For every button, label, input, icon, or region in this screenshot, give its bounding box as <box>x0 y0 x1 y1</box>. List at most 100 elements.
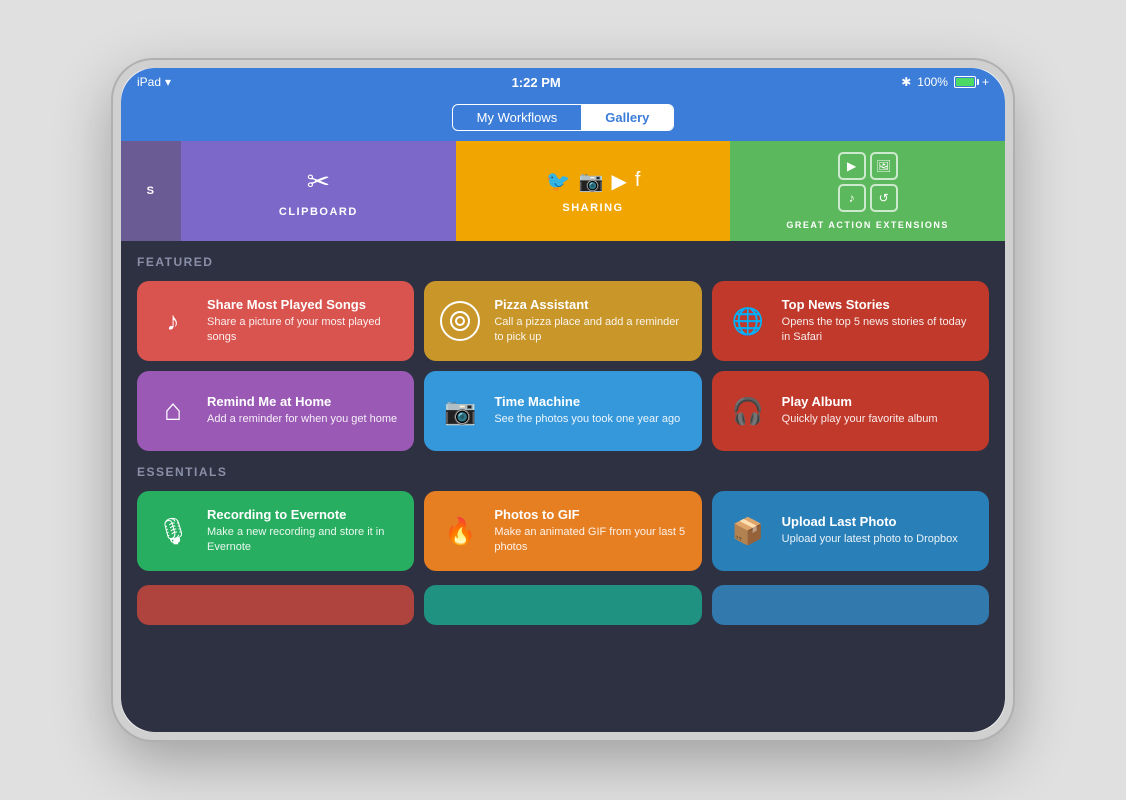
card-title-share-songs: Share Most Played Songs <box>207 297 400 312</box>
banner-shortcuts[interactable]: S <box>121 141 181 241</box>
music-icon: ♪ <box>167 306 180 337</box>
microphone-icon: 🎙 <box>156 516 189 547</box>
card-text-recording: Recording to Evernote Make a new recordi… <box>207 507 400 556</box>
card-desc-recording: Make a new recording and store it in Eve… <box>207 525 400 556</box>
ipad-frame: iPad ▾ 1:22 PM ✱ 100% + My Workflows Gal… <box>113 60 1013 740</box>
card-partial-3[interactable] <box>712 585 989 625</box>
card-title-news: Top News Stories <box>782 297 975 312</box>
banner-clipboard-label: CLIPBOARD <box>279 206 358 218</box>
battery-fill <box>956 78 974 86</box>
card-icon-wrap-remind: ⌂ <box>151 389 195 433</box>
card-title-pizza: Pizza Assistant <box>494 297 687 312</box>
battery-percent: 100% <box>917 75 948 89</box>
bluetooth-icon: ✱ <box>901 75 911 89</box>
card-desc-gif: Make an animated GIF from your last 5 ph… <box>494 525 687 556</box>
card-text-album: Play Album Quickly play your favorite al… <box>782 394 938 427</box>
essentials-cards-grid: 🎙 Recording to Evernote Make a new recor… <box>137 491 989 571</box>
charge-icon: + <box>982 75 989 89</box>
card-text-time: Time Machine See the photos you took one… <box>494 394 680 427</box>
headphones-icon: 🎧 <box>731 396 763 427</box>
card-remind-home[interactable]: ⌂ Remind Me at Home Add a reminder for w… <box>137 371 414 451</box>
ext-icon-2: 🖼 <box>870 152 898 180</box>
card-icon-wrap-pizza <box>438 299 482 343</box>
banner-extensions[interactable]: ▶ 🖼 ♪ ↺ GREAT ACTION EXTENSIONS <box>730 141 1005 241</box>
ext-icon-3: ♪ <box>838 184 866 212</box>
card-photos-gif[interactable]: 🔥 Photos to GIF Make an animated GIF fro… <box>424 491 701 571</box>
banner-sharing-label: SHARING <box>562 202 623 214</box>
dropbox-icon: 📦 <box>731 516 763 547</box>
banner-clipboard[interactable]: ✂ CLIPBOARD <box>181 141 456 241</box>
pizza-circle-icon <box>440 301 480 341</box>
tab-gallery[interactable]: Gallery <box>581 105 673 130</box>
globe-icon: 🌐 <box>731 306 763 337</box>
card-desc-time: See the photos you took one year ago <box>494 412 680 427</box>
card-icon-wrap-share-songs: ♪ <box>151 299 195 343</box>
ext-icon-4: ↺ <box>870 184 898 212</box>
facebook-icon: f <box>635 169 641 194</box>
ext-icon-1: ▶ <box>838 152 866 180</box>
card-icon-wrap-gif: 🔥 <box>438 509 482 553</box>
segmented-control: My Workflows Gallery <box>452 104 675 131</box>
card-upload-photo[interactable]: 📦 Upload Last Photo Upload your latest p… <box>712 491 989 571</box>
card-text-remind: Remind Me at Home Add a reminder for whe… <box>207 394 397 427</box>
card-icon-wrap-time: 📷 <box>438 389 482 433</box>
card-title-recording: Recording to Evernote <box>207 507 400 522</box>
card-recording-evernote[interactable]: 🎙 Recording to Evernote Make a new recor… <box>137 491 414 571</box>
card-desc-remind: Add a reminder for when you get home <box>207 412 397 427</box>
fire-icon: 🔥 <box>444 516 476 547</box>
battery-bar <box>954 76 976 88</box>
bottom-partial-grid <box>137 585 989 625</box>
wifi-icon: ▾ <box>165 75 171 89</box>
card-text-upload: Upload Last Photo Upload your latest pho… <box>782 514 958 547</box>
status-bar: iPad ▾ 1:22 PM ✱ 100% + <box>121 68 1005 96</box>
main-content: FEATURED ♪ Share Most Played Songs Share… <box>121 241 1005 732</box>
card-top-news[interactable]: 🌐 Top News Stories Opens the top 5 news … <box>712 281 989 361</box>
tab-my-workflows[interactable]: My Workflows <box>453 105 582 130</box>
essentials-section-title: ESSENTIALS <box>137 465 989 479</box>
banner-shortcuts-label: S <box>147 185 156 197</box>
nav-bar: My Workflows Gallery <box>121 96 1005 141</box>
card-share-songs[interactable]: ♪ Share Most Played Songs Share a pictur… <box>137 281 414 361</box>
card-partial-2[interactable] <box>424 585 701 625</box>
youtube-icon: ▶ <box>611 169 626 194</box>
featured-section-title: FEATURED <box>137 255 989 269</box>
battery-indicator <box>954 76 976 88</box>
status-right: ✱ 100% + <box>901 75 989 89</box>
social-icons-row: 🐦 📷 ▶ f <box>546 169 641 194</box>
card-partial-1[interactable] <box>137 585 414 625</box>
home-icon: ⌂ <box>164 394 182 428</box>
card-text-share-songs: Share Most Played Songs Share a picture … <box>207 297 400 346</box>
extension-icons-grid: ▶ 🖼 ♪ ↺ <box>838 152 898 212</box>
card-icon-wrap-news: 🌐 <box>726 299 770 343</box>
scissors-icon: ✂ <box>307 165 330 198</box>
card-title-gif: Photos to GIF <box>494 507 687 522</box>
instagram-icon: 📷 <box>579 169 604 194</box>
banner-extensions-label: GREAT ACTION EXTENSIONS <box>786 220 949 230</box>
card-desc-upload: Upload your latest photo to Dropbox <box>782 532 958 547</box>
side-button <box>115 385 121 415</box>
status-left: iPad ▾ <box>137 75 171 89</box>
card-pizza-assistant[interactable]: Pizza Assistant Call a pizza place and a… <box>424 281 701 361</box>
featured-cards-grid: ♪ Share Most Played Songs Share a pictur… <box>137 281 989 451</box>
card-desc-share-songs: Share a picture of your most played song… <box>207 315 400 346</box>
ipad-screen: iPad ▾ 1:22 PM ✱ 100% + My Workflows Gal… <box>121 68 1005 732</box>
card-desc-news: Opens the top 5 news stories of today in… <box>782 315 975 346</box>
carrier-label: iPad <box>137 75 161 89</box>
time-display: 1:22 PM <box>512 75 561 90</box>
category-banner: S ✂ CLIPBOARD 🐦 📷 ▶ f SHARING ▶ <box>121 141 1005 241</box>
card-title-upload: Upload Last Photo <box>782 514 958 529</box>
card-time-machine[interactable]: 📷 Time Machine See the photos you took o… <box>424 371 701 451</box>
card-text-pizza: Pizza Assistant Call a pizza place and a… <box>494 297 687 346</box>
twitter-icon: 🐦 <box>546 169 571 194</box>
banner-sharing[interactable]: 🐦 📷 ▶ f SHARING <box>456 141 731 241</box>
card-icon-wrap-album: 🎧 <box>726 389 770 433</box>
card-text-gif: Photos to GIF Make an animated GIF from … <box>494 507 687 556</box>
card-text-news: Top News Stories Opens the top 5 news st… <box>782 297 975 346</box>
card-icon-wrap-upload: 📦 <box>726 509 770 553</box>
card-desc-pizza: Call a pizza place and add a reminder to… <box>494 315 687 346</box>
card-play-album[interactable]: 🎧 Play Album Quickly play your favorite … <box>712 371 989 451</box>
card-title-time: Time Machine <box>494 394 680 409</box>
card-title-remind: Remind Me at Home <box>207 394 397 409</box>
card-desc-album: Quickly play your favorite album <box>782 412 938 427</box>
card-icon-wrap-recording: 🎙 <box>151 509 195 553</box>
